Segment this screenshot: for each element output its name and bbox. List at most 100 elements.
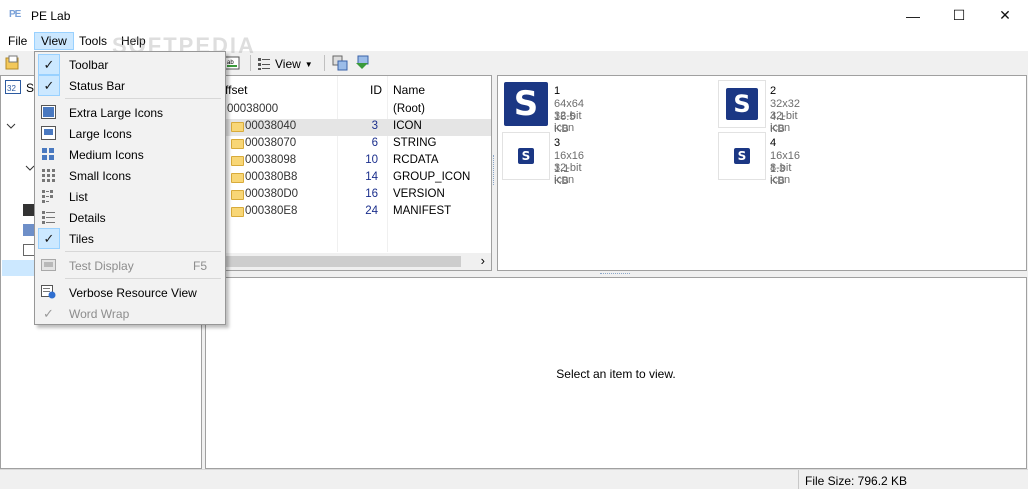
menu-item-test-display[interactable]: Test Display F5 — [37, 255, 223, 276]
resource-table[interactable]: ffset ID Name 00038000 (Root) 00038040 3… — [205, 75, 492, 271]
table-row[interactable]: 000380B8 14 GROUP_ICON — [206, 170, 491, 187]
chevron-down-icon: ▼ — [304, 59, 313, 69]
checkmark-icon: ✓ — [38, 54, 60, 75]
row-id: 10 — [365, 154, 378, 166]
table-row[interactable]: 000380E8 24 MANIFEST — [206, 204, 491, 221]
close-button[interactable]: ✕ — [982, 0, 1028, 31]
menu-view[interactable]: View — [34, 32, 74, 50]
tile-size: 16.5 KB — [554, 111, 576, 135]
column-header-offset[interactable]: ffset — [225, 83, 247, 97]
view-mode-label: View — [275, 57, 301, 71]
menu-separator — [65, 251, 221, 252]
row-name: ICON — [393, 120, 422, 132]
menu-item-toolbar[interactable]: ✓ Toolbar — [37, 54, 223, 75]
checkmark-icon: ✓ — [43, 306, 54, 321]
menu-item-label: Small Icons — [69, 169, 132, 183]
folder-icon — [231, 173, 244, 183]
tree-selected-row[interactable] — [2, 260, 36, 276]
expand-chevron-icon[interactable] — [6, 121, 16, 131]
row-offset: 000380B8 — [245, 171, 298, 183]
row-name: RCDATA — [393, 154, 439, 166]
icon-preview: S — [518, 148, 534, 164]
row-id: 6 — [371, 137, 378, 149]
menu-item-large-icons[interactable]: Large Icons — [37, 123, 223, 144]
column-header-id[interactable]: ID — [370, 83, 382, 97]
row-id: 14 — [365, 171, 378, 183]
menu-item-status-bar[interactable]: ✓ Status Bar — [37, 75, 223, 96]
icon-thumbnail: S — [502, 132, 550, 180]
menu-item-details[interactable]: Details — [37, 207, 223, 228]
open-file-icon[interactable] — [5, 55, 21, 71]
menu-item-label: Status Bar — [69, 79, 126, 93]
menu-file[interactable]: File — [1, 32, 34, 50]
pe-file-icon: 32 — [5, 80, 21, 94]
menu-item-word-wrap[interactable]: ✓ Word Wrap — [37, 303, 223, 324]
menu-item-label: Verbose Resource View — [69, 286, 197, 300]
row-name: STRING — [393, 137, 437, 149]
row-offset: 00038098 — [245, 154, 297, 166]
maximize-button[interactable]: ☐ — [936, 0, 982, 31]
tree-root-label[interactable]: S — [26, 81, 34, 95]
menu-item-verbose-resource-view[interactable]: Verbose Resource View — [37, 282, 223, 303]
menu-item-medium-icons[interactable]: Medium Icons — [37, 144, 223, 165]
import-icon[interactable] — [354, 55, 370, 71]
app-icon: PE — [9, 9, 21, 20]
empty-viewer-message: Select an item to view. — [556, 367, 676, 381]
table-row[interactable]: 00038070 6 STRING — [206, 136, 491, 153]
icon-tiles-view[interactable]: S 1 64x64 32-bit icon 16.5 KB S 2 32x32 … — [497, 75, 1027, 271]
tile-title: 3 — [554, 137, 561, 149]
folder-icon — [231, 139, 244, 149]
table-row[interactable]: 00038098 10 RCDATA — [206, 153, 491, 170]
table-row[interactable]: 00038000 (Root) — [206, 102, 491, 119]
icon-preview: S — [734, 148, 750, 164]
scrollbar-thumb[interactable] — [221, 256, 461, 267]
view-menu-dropdown: ✓ Toolbar ✓ Status Bar Extra Large Icons… — [34, 51, 226, 325]
test-display-icon — [41, 259, 56, 271]
scroll-right-icon[interactable]: › — [481, 253, 485, 268]
menu-item-label: Large Icons — [69, 127, 132, 141]
details-view-icon — [42, 211, 55, 224]
verbose-view-icon — [41, 285, 56, 299]
row-offset: 00038000 — [227, 103, 279, 115]
view-mode-dropdown[interactable]: View ▼ — [257, 55, 313, 73]
row-offset: 000380D0 — [245, 188, 299, 200]
tile-title: 4 — [770, 137, 777, 149]
title-bar: PE PE Lab — ☐ ✕ — [0, 0, 1028, 31]
menu-item-tiles[interactable]: ✓ Tiles — [37, 228, 223, 249]
menu-item-small-icons[interactable]: Small Icons — [37, 165, 223, 186]
tile-title: 2 — [770, 85, 777, 97]
vertical-splitter[interactable] — [493, 155, 495, 185]
menu-item-list[interactable]: List — [37, 186, 223, 207]
tile-size: 1.1 KB — [554, 163, 570, 187]
table-row[interactable]: 00038040 3 ICON — [206, 119, 491, 136]
row-name: (Root) — [393, 103, 425, 115]
tile-title: 1 — [554, 85, 561, 97]
minimize-button[interactable]: — — [890, 0, 936, 31]
horizontal-splitter[interactable] — [600, 273, 630, 275]
table-row[interactable]: 000380D0 16 VERSION — [206, 187, 491, 204]
export-icon[interactable] — [332, 55, 348, 71]
checkmark-icon: ✓ — [38, 228, 60, 249]
icon-thumbnail: S — [718, 80, 766, 128]
list-view-icon — [42, 190, 53, 203]
status-bar: File Size: 796.2 KB — [0, 469, 1028, 489]
menu-item-label: Tiles — [69, 232, 94, 246]
horizontal-scrollbar[interactable]: › — [206, 253, 491, 270]
folder-icon — [231, 207, 244, 217]
resource-viewer: Select an item to view. — [205, 277, 1027, 469]
icon-preview: S — [504, 82, 548, 126]
menu-separator — [65, 98, 221, 99]
window-title: PE Lab — [31, 9, 71, 23]
row-id: 16 — [365, 188, 378, 200]
menu-item-extra-large-icons[interactable]: Extra Large Icons — [37, 102, 223, 123]
folder-icon — [231, 122, 244, 132]
row-name: VERSION — [393, 188, 445, 200]
folder-icon — [231, 190, 244, 200]
folder-icon — [231, 156, 244, 166]
row-id: 24 — [365, 205, 378, 217]
menu-item-label: Details — [69, 211, 106, 225]
icon-thumbnail: S — [718, 132, 766, 180]
column-header-name[interactable]: Name — [393, 83, 425, 97]
menu-item-label: List — [69, 190, 88, 204]
menu-tools[interactable]: Tools — [72, 32, 114, 50]
